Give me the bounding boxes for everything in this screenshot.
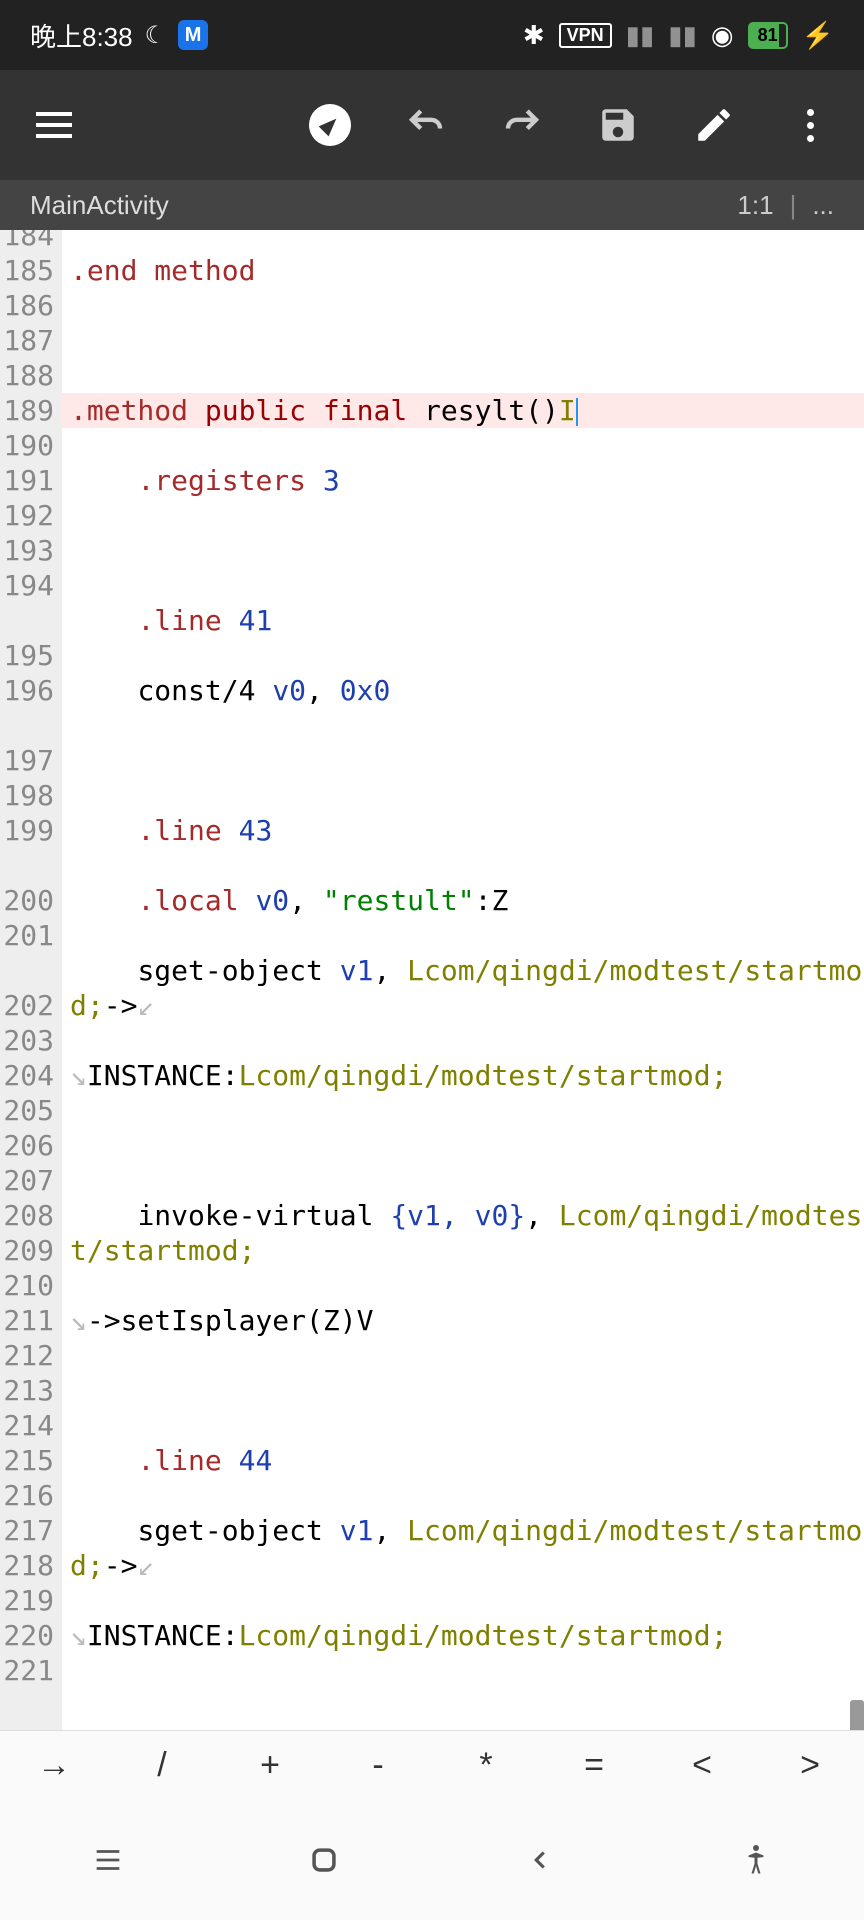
symbol-bar: → / + - * = < > bbox=[0, 1730, 864, 1800]
sym-slash[interactable]: / bbox=[108, 1746, 216, 1785]
code-editor[interactable]: 1841851861871881891901911921931941951961… bbox=[0, 230, 864, 1780]
sym-plus[interactable]: + bbox=[216, 1746, 324, 1785]
nav-home-icon[interactable] bbox=[216, 1843, 432, 1877]
undo-icon[interactable] bbox=[402, 101, 450, 149]
bluetooth-icon: ✱ bbox=[523, 20, 545, 51]
save-icon[interactable] bbox=[594, 101, 642, 149]
app-toolbar bbox=[0, 70, 864, 180]
wifi-icon: ◉ bbox=[711, 20, 734, 51]
edit-icon[interactable] bbox=[690, 101, 738, 149]
signal1-icon: ▮▮ bbox=[626, 20, 655, 51]
sym-lt[interactable]: < bbox=[648, 1746, 756, 1785]
cursor-position[interactable]: 1:1 bbox=[737, 190, 773, 221]
sym-star[interactable]: * bbox=[432, 1746, 540, 1785]
charging-icon: ⚡ bbox=[802, 20, 834, 51]
redo-icon[interactable] bbox=[498, 101, 546, 149]
vpn-icon: VPN bbox=[559, 23, 612, 48]
nav-accessibility-icon[interactable] bbox=[648, 1842, 864, 1878]
battery-icon: 81 bbox=[748, 22, 788, 49]
sym-minus[interactable]: - bbox=[324, 1746, 432, 1785]
tab-bar: MainActivity 1:1 | ... bbox=[0, 180, 864, 230]
sym-gt[interactable]: > bbox=[756, 1746, 864, 1785]
status-bar: 晚上8:38 ☾ M ✱ VPN ▮▮ ▮▮ ◉ 81 ⚡ bbox=[0, 0, 864, 70]
sym-eq[interactable]: = bbox=[540, 1746, 648, 1785]
menu-icon[interactable] bbox=[30, 101, 78, 149]
dnd-moon-icon: ☾ bbox=[145, 21, 167, 50]
sym-tab[interactable]: → bbox=[0, 1746, 108, 1785]
mail-icon: M bbox=[178, 20, 208, 50]
line-gutter: 1841851861871881891901911921931941951961… bbox=[0, 230, 62, 1780]
tab-filename[interactable]: MainActivity bbox=[30, 190, 169, 221]
code-content[interactable]: .end method .method public final resylt(… bbox=[62, 230, 864, 1780]
nav-recent-icon[interactable] bbox=[0, 1843, 216, 1877]
status-time: 晚上8:38 bbox=[30, 17, 133, 54]
signal2-icon: ▮▮ bbox=[668, 20, 697, 51]
overflow-icon[interactable] bbox=[786, 101, 834, 149]
nav-back-icon[interactable] bbox=[432, 1845, 648, 1875]
system-nav-bar bbox=[0, 1800, 864, 1920]
tab-more[interactable]: ... bbox=[812, 190, 834, 221]
compass-icon[interactable] bbox=[306, 101, 354, 149]
